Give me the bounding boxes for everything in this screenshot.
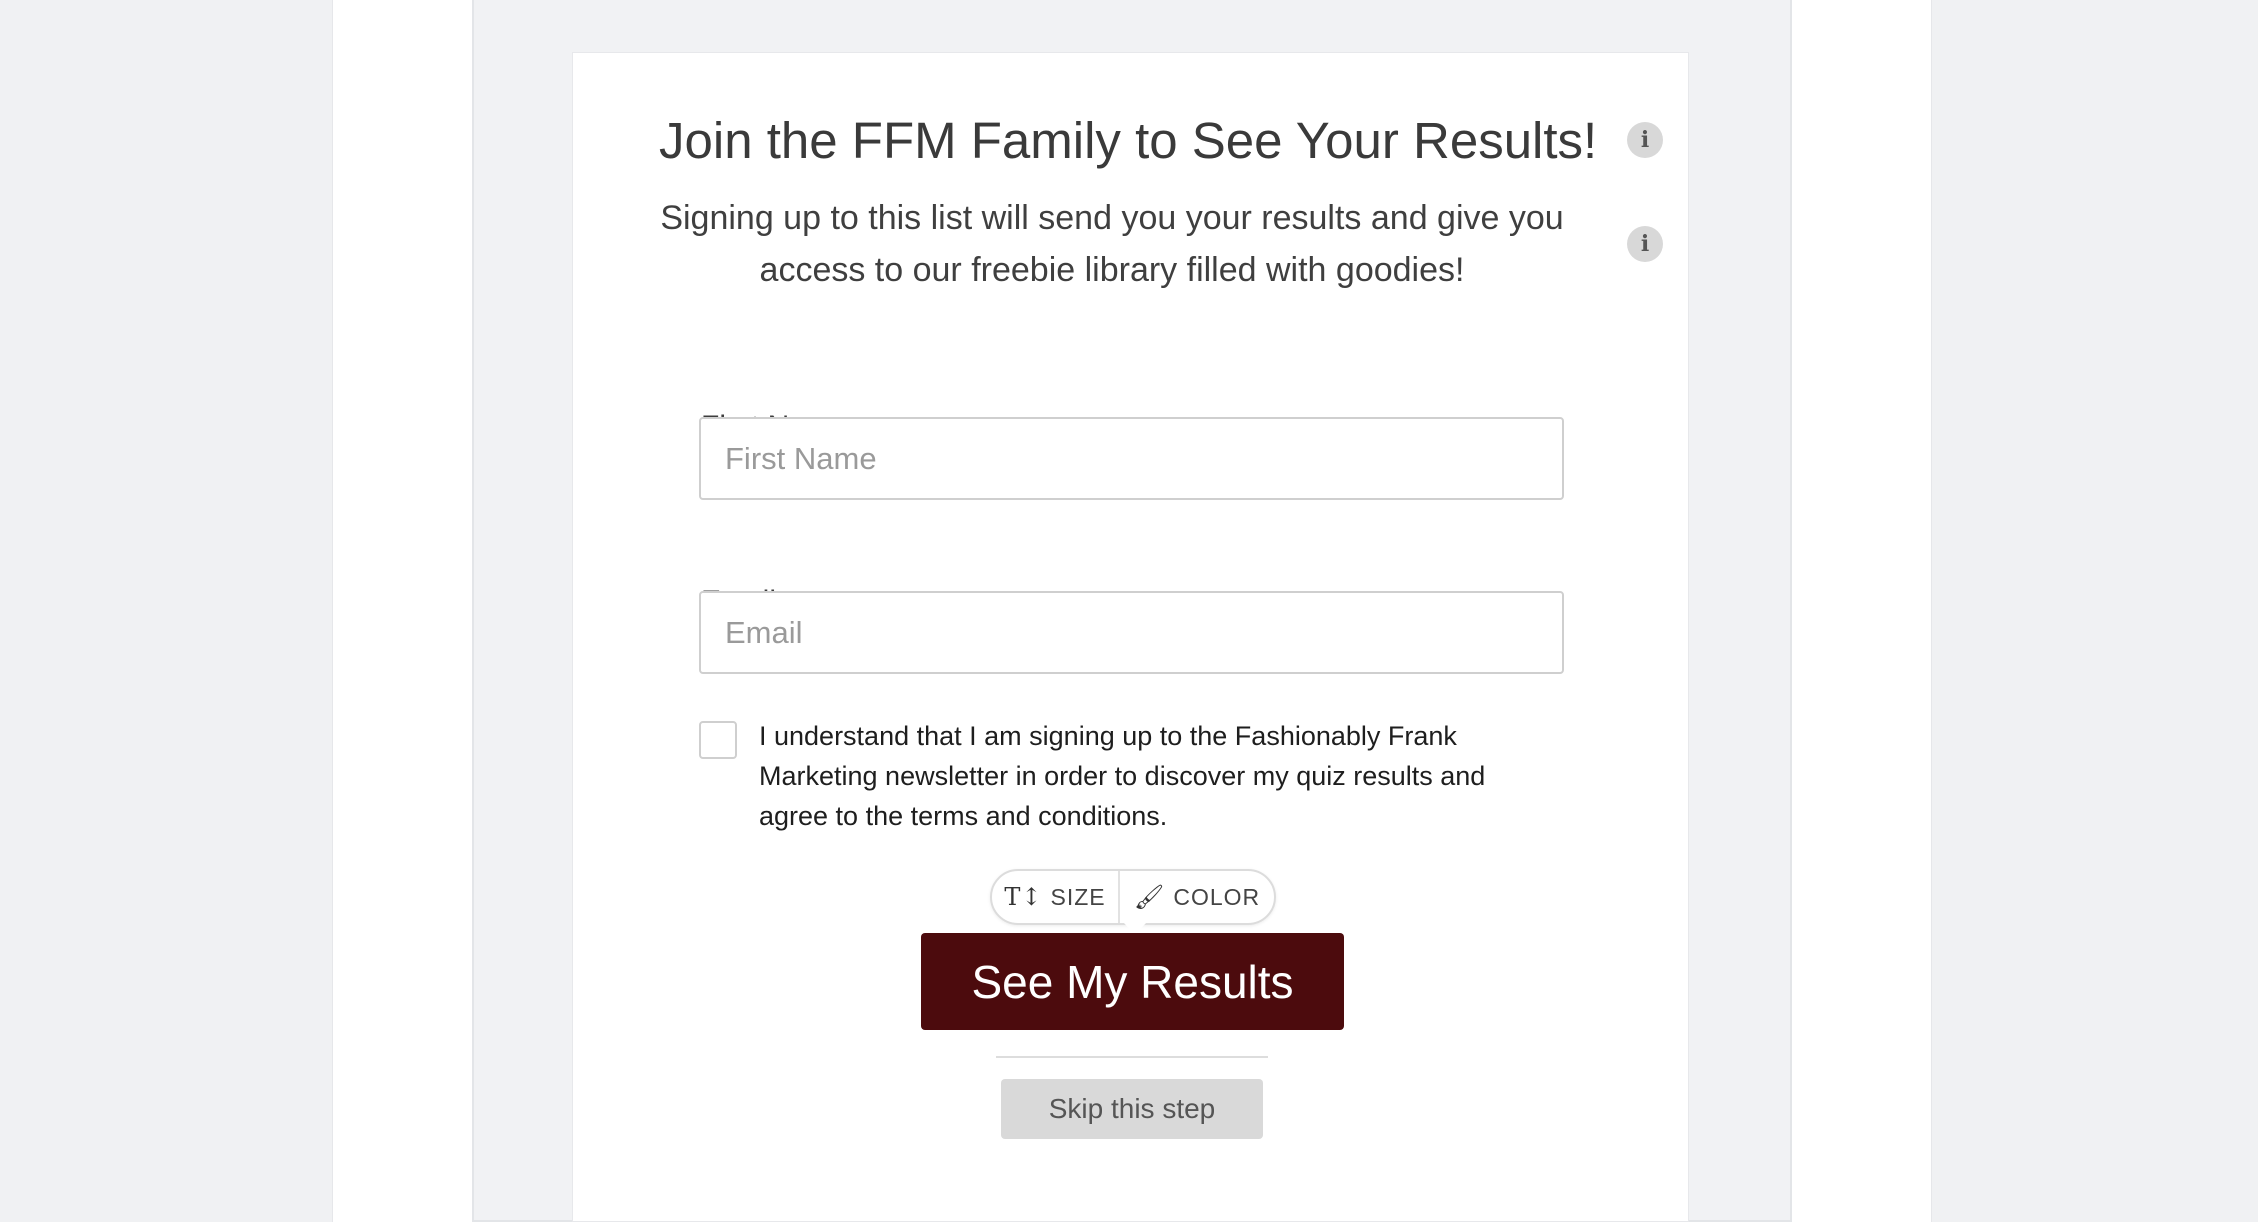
form-subtitle[interactable]: Signing up to this list will send you yo…	[659, 192, 1565, 296]
size-tool-label: SIZE	[1050, 883, 1106, 910]
color-tool-button[interactable]: 🖌 COLOR	[1120, 871, 1274, 923]
subtitle-info-icon[interactable]: i	[1627, 226, 1663, 262]
size-tool-button[interactable]: T↕ SIZE	[992, 871, 1120, 923]
divider	[996, 1056, 1268, 1058]
form-title[interactable]: Join the FFM Family to See Your Results!	[659, 105, 1597, 177]
see-results-button[interactable]: See My Results	[921, 933, 1344, 1030]
first-name-input[interactable]	[699, 417, 1564, 500]
title-info-icon[interactable]: i	[1627, 122, 1663, 158]
email-input[interactable]	[699, 591, 1564, 674]
consent-checkbox[interactable]	[699, 721, 737, 759]
skip-step-button[interactable]: Skip this step	[1001, 1079, 1263, 1139]
color-tool-label: COLOR	[1173, 883, 1261, 910]
format-toolbar: T↕ SIZE 🖌 COLOR	[990, 869, 1276, 935]
paint-brush-icon: 🖌	[1133, 883, 1166, 911]
optin-form-card: Join the FFM Family to See Your Results!…	[572, 52, 1689, 1222]
consent-text: I understand that I am signing up to the…	[759, 721, 1486, 831]
text-size-icon: T↕	[1004, 883, 1043, 911]
